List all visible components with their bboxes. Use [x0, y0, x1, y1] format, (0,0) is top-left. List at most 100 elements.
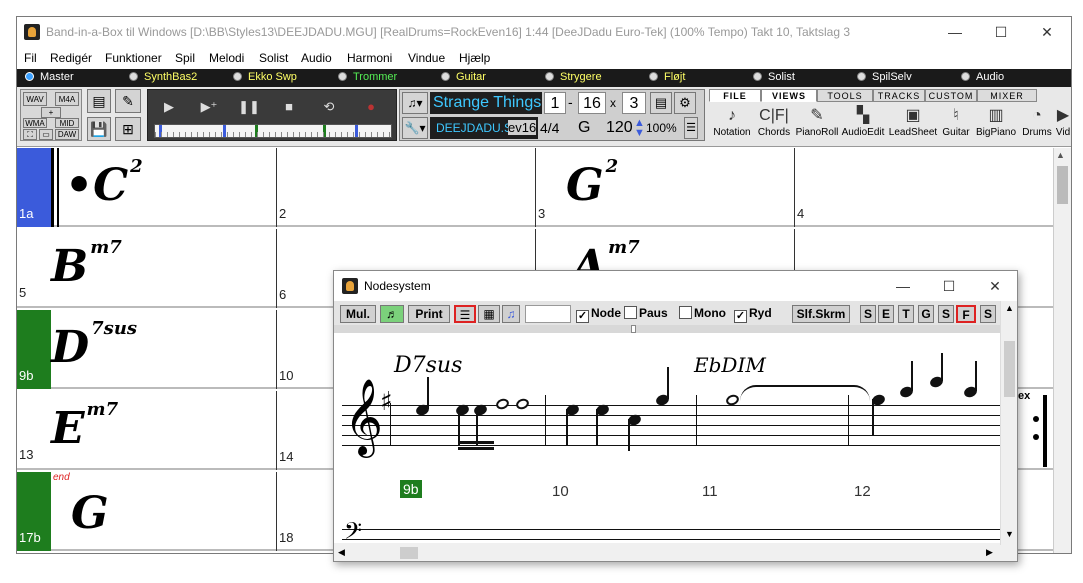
range-end[interactable]: 16 — [578, 92, 606, 114]
key-field[interactable]: G — [578, 119, 590, 137]
notation-hscroll[interactable]: ◀ ▶ — [334, 545, 1000, 561]
staff-view-icon[interactable]: ☰ — [454, 305, 476, 323]
notation-minimize-button[interactable]: — — [880, 271, 926, 301]
stop-icon[interactable]: ■ — [272, 93, 306, 121]
window-icon[interactable]: ▭ — [39, 129, 53, 140]
menu-melodi[interactable]: Melodi — [209, 51, 244, 65]
track-guitar[interactable]: Guitar — [441, 71, 486, 85]
track-f-button[interactable]: F — [956, 305, 976, 323]
add-button[interactable]: + — [41, 107, 61, 118]
wav-button[interactable]: WAV — [23, 92, 47, 106]
maximize-button[interactable]: ☐ — [978, 17, 1024, 47]
view-notation[interactable]: ♪ Notation — [711, 105, 753, 143]
bar-cell[interactable]: 18 — [276, 472, 293, 551]
tempo-menu-icon[interactable]: ☰ — [684, 117, 698, 139]
view-chords[interactable]: C|F| Chords — [755, 105, 793, 143]
bar-cell[interactable]: 14 — [276, 391, 293, 470]
menu-hjaelp[interactable]: Hjælp — [459, 51, 490, 65]
track-strings[interactable]: Strygere — [545, 71, 602, 85]
menu-audio[interactable]: Audio — [301, 51, 332, 65]
tab-tracks[interactable]: TRACKS — [873, 89, 925, 102]
menu-solist[interactable]: Solist — [259, 51, 288, 65]
play-icon[interactable]: ▶ — [152, 93, 186, 121]
track-melody[interactable]: Fløjt — [649, 71, 685, 85]
view-drums[interactable]: ◔ Drums — [1019, 105, 1055, 143]
print-button[interactable]: Print — [408, 305, 450, 323]
scroll-left-icon[interactable]: ◀ — [338, 547, 345, 558]
vertical-scrollbar[interactable]: ▲ — [1053, 148, 1071, 553]
menu-spil[interactable]: Spil — [175, 51, 195, 65]
mul-button[interactable]: Mul. — [340, 305, 376, 323]
chord-symbol[interactable]: G2 — [566, 156, 618, 211]
notation-staff[interactable]: D7sus EbDIM 𝄞 ♯ 9b 10 11 12 𝄢 — [334, 333, 1000, 543]
edit-icon[interactable]: ✎ — [115, 89, 141, 113]
menu-vindue[interactable]: Vindue — [408, 51, 445, 65]
chord-symbol[interactable]: G — [71, 488, 111, 539]
scroll-right-icon[interactable]: ▶ — [986, 547, 993, 558]
screenshot-icon[interactable]: ⛶ — [23, 129, 37, 140]
track-s3-button[interactable]: S — [980, 305, 996, 323]
notation-maximize-button[interactable]: ☐ — [926, 271, 972, 301]
bar-cell[interactable]: 10 — [276, 310, 293, 389]
track-thru[interactable]: SpilSelv — [857, 71, 912, 85]
paus-checkbox[interactable]: Paus — [624, 306, 668, 320]
notation-vscroll[interactable]: ▲ ▼ — [1000, 301, 1017, 545]
menu-funktioner[interactable]: Funktioner — [105, 51, 162, 65]
track-audio[interactable]: Audio — [961, 71, 1004, 85]
generate-icon[interactable]: ⊞ — [115, 117, 141, 141]
settings-icon[interactable]: ⚙ — [674, 92, 696, 114]
song-menu-icon[interactable]: ♫▾ — [402, 92, 428, 114]
notation-close-button[interactable]: ✕ — [972, 271, 1017, 301]
tempo-stepper-icon[interactable]: ▲ ▼ — [634, 118, 645, 139]
track-bass[interactable]: SynthBas2 — [129, 71, 197, 85]
minimize-button[interactable]: — — [932, 17, 978, 47]
piano-roll-view-icon[interactable]: ♫ — [502, 305, 520, 323]
repeats-field[interactable]: 3 — [622, 92, 646, 114]
tab-tools[interactable]: TOOLS — [817, 89, 873, 102]
view-bigpiano[interactable]: ▥ BigPiano — [973, 105, 1019, 143]
track-e-button[interactable]: E — [878, 305, 894, 323]
range-start[interactable]: 1 — [544, 92, 566, 114]
track-piano[interactable]: Ekko Swp — [233, 71, 297, 85]
menu-rediger[interactable]: Redigér — [50, 51, 92, 65]
style-menu-icon[interactable]: 🔧▾ — [402, 117, 428, 139]
loop-icon[interactable]: ⟲ — [312, 93, 346, 121]
ryd-checkbox[interactable]: ✓ Ryd — [734, 306, 772, 323]
track-g-button[interactable]: G — [918, 305, 934, 323]
mid-button[interactable]: MID — [55, 118, 79, 128]
bar-cell[interactable]: 3 G2 — [535, 148, 618, 227]
menu-fil[interactable]: Fil — [24, 51, 37, 65]
staff-edit-icon[interactable]: ♬ — [380, 305, 404, 323]
scroll-thumb[interactable] — [1057, 166, 1068, 204]
view-audioedit[interactable]: ▚ AudioEdit — [839, 105, 887, 143]
notation-ruler[interactable] — [334, 325, 1000, 333]
view-pianoroll[interactable]: ✎ PianoRoll — [795, 105, 839, 143]
record-icon[interactable]: ● — [354, 93, 388, 121]
scroll-up-icon[interactable]: ▲ — [1056, 150, 1065, 160]
menu-harmoni[interactable]: Harmoni — [347, 51, 392, 65]
pause-icon[interactable]: ❚❚ — [232, 93, 266, 121]
track-s2-button[interactable]: S — [938, 305, 954, 323]
track-master[interactable]: Master — [25, 71, 74, 85]
open-icon[interactable]: ▤ — [87, 89, 111, 113]
close-button[interactable]: ✕ — [1024, 17, 1070, 47]
slf-skrm-button[interactable]: Slf.Skrm — [792, 305, 850, 323]
tempo-percent[interactable]: 100% — [646, 121, 677, 135]
daw-button[interactable]: DAW — [55, 129, 79, 140]
wma-button[interactable]: WMA — [23, 118, 47, 128]
view-guitar[interactable]: ♮ Guitar — [939, 105, 973, 143]
zoom-field[interactable] — [525, 305, 571, 323]
mono-checkbox[interactable]: Mono — [679, 306, 726, 320]
chord-symbol[interactable]: Em7 — [51, 399, 118, 454]
track-s-button[interactable]: S — [860, 305, 876, 323]
bar-cell[interactable]: 2 — [276, 148, 286, 227]
tab-views[interactable]: VIEWS — [761, 89, 817, 102]
grid-view-icon[interactable]: ▦ — [478, 305, 500, 323]
save-icon[interactable]: 💾 — [87, 117, 111, 141]
view-leadsheet[interactable]: ▣ LeadSheet — [887, 105, 939, 143]
tempo-field[interactable]: 120 — [606, 119, 633, 137]
scroll-thumb[interactable] — [1004, 341, 1015, 397]
tab-custom[interactable]: CUSTOM — [925, 89, 977, 102]
scroll-down-icon[interactable]: ▼ — [1005, 529, 1014, 539]
bar-cell[interactable]: 6 — [276, 229, 286, 308]
